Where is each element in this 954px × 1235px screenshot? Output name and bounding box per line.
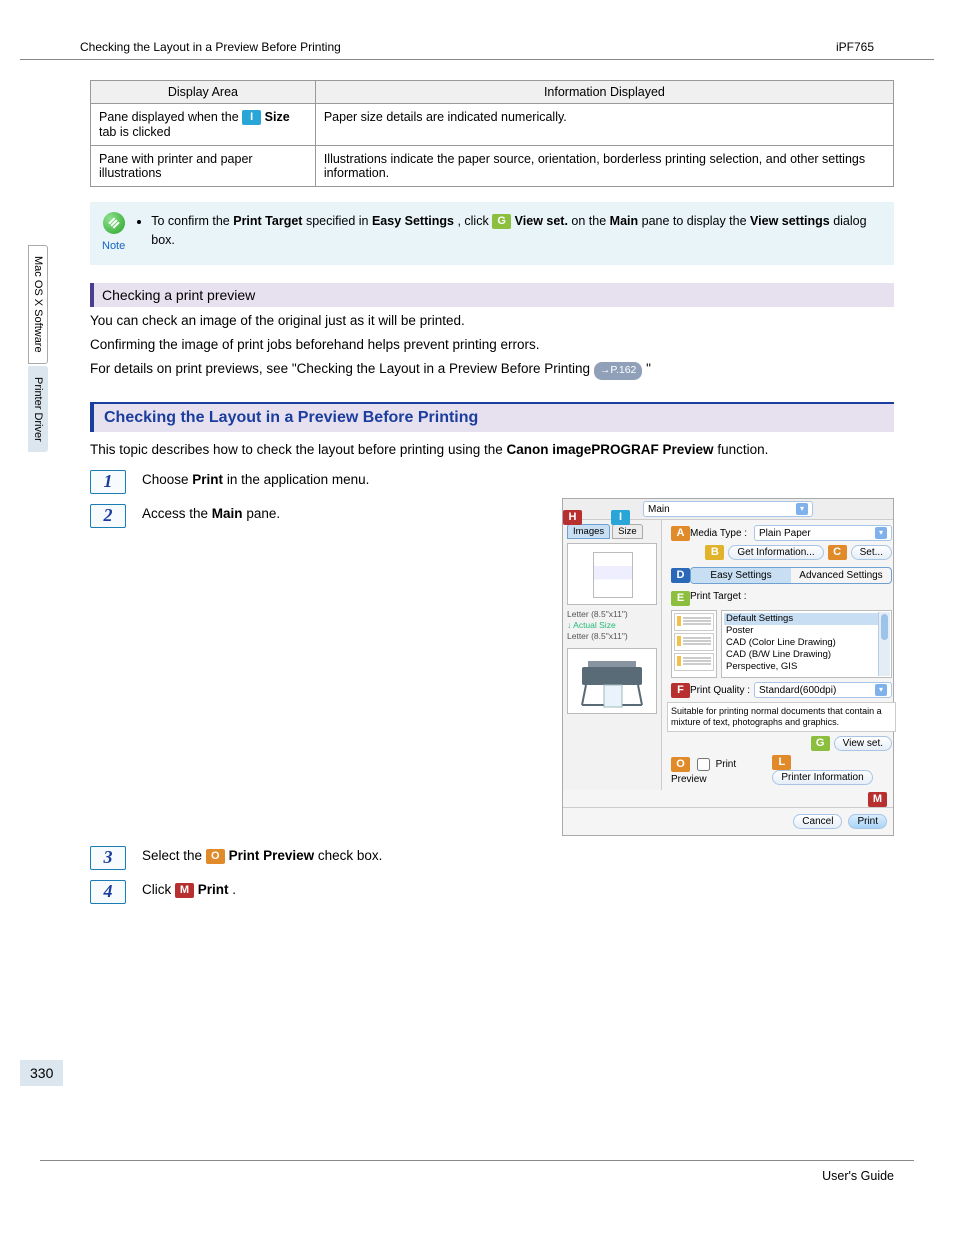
callout-F: F bbox=[671, 683, 690, 698]
settings-segmented[interactable]: Easy Settings Advanced Settings bbox=[690, 567, 892, 584]
callout-H: H bbox=[563, 510, 582, 525]
side-tab-software[interactable]: Mac OS X Software bbox=[28, 245, 48, 364]
print-dialog-screenshot: Main ▾ H I Images Size Let bbox=[562, 498, 894, 836]
callout-O2: O bbox=[206, 849, 225, 864]
print-preview-checkbox[interactable] bbox=[697, 758, 710, 771]
section-check-preview: Checking a print preview bbox=[90, 283, 894, 307]
side-tabs: Mac OS X Software Printer Driver bbox=[28, 245, 50, 454]
callout-E: E bbox=[671, 591, 690, 606]
scrollbar[interactable] bbox=[878, 612, 890, 676]
step-3: Select the O Print Preview check box. bbox=[142, 846, 894, 864]
callout-I2: I bbox=[611, 510, 630, 525]
quality-combo[interactable]: Standard(600dpi) ▾ bbox=[754, 682, 892, 698]
td-r2c2: Illustrations indicate the paper source,… bbox=[315, 146, 893, 187]
chevron-down-icon: ▾ bbox=[875, 684, 887, 696]
print-button[interactable]: Print bbox=[848, 814, 887, 829]
page-number: 330 bbox=[20, 1060, 63, 1086]
step-num-1: 1 bbox=[90, 470, 126, 494]
info-table: Display Area Information Displayed Pane … bbox=[90, 80, 894, 187]
target-thumbs bbox=[671, 610, 717, 678]
step-4: Click M Print . bbox=[142, 880, 894, 898]
note-label: Note bbox=[102, 240, 125, 252]
body-2: Confirming the image of print jobs befor… bbox=[90, 335, 894, 355]
step-num-4: 4 bbox=[90, 880, 126, 904]
get-info-button[interactable]: Get Information... bbox=[728, 545, 823, 560]
printer-illustration bbox=[567, 648, 657, 714]
note-box: Note To confirm the Print Target specifi… bbox=[90, 202, 894, 265]
td-r2c1: Pane with printer and paper illustration… bbox=[91, 146, 316, 187]
callout-M2: M bbox=[175, 883, 194, 898]
printer-info-button[interactable]: Printer Information bbox=[772, 770, 872, 785]
quality-desc: Suitable for printing normal documents t… bbox=[667, 702, 896, 732]
footer: User's Guide bbox=[40, 1160, 914, 1213]
callout-L: L bbox=[772, 755, 791, 770]
step-1: Choose Print in the application menu. bbox=[142, 470, 894, 487]
preview-pane bbox=[567, 543, 657, 605]
print-target-list[interactable]: Default Settings Poster CAD (Color Line … bbox=[721, 610, 892, 678]
cancel-button[interactable]: Cancel bbox=[793, 814, 842, 829]
callout-O: O bbox=[671, 757, 690, 772]
tab-size[interactable]: Size bbox=[612, 524, 642, 539]
step-2: Access the Main pane. Main ▾ H I bbox=[142, 504, 894, 836]
view-set-button[interactable]: View set. bbox=[834, 736, 892, 751]
note-text: To confirm the Print Target specified in… bbox=[135, 212, 882, 250]
chevron-down-icon: ▾ bbox=[796, 503, 808, 515]
side-tab-driver[interactable]: Printer Driver bbox=[28, 366, 48, 453]
body-3: For details on print previews, see "Chec… bbox=[90, 359, 894, 380]
dlg-header-combo[interactable]: Main ▾ bbox=[643, 501, 813, 517]
tab-images[interactable]: Images bbox=[567, 524, 610, 539]
intro: This topic describes how to check the la… bbox=[90, 440, 894, 460]
callout-G2: G bbox=[811, 736, 830, 751]
th-info-displayed: Information Displayed bbox=[315, 81, 893, 104]
callout-I: I bbox=[242, 110, 261, 125]
callout-B: B bbox=[705, 545, 724, 560]
media-type-combo[interactable]: Plain Paper ▾ bbox=[754, 525, 892, 541]
page-ref-p162[interactable]: →P.162 bbox=[594, 362, 643, 380]
callout-D: D bbox=[671, 568, 690, 583]
callout-M: M bbox=[868, 792, 887, 807]
note-icon bbox=[103, 212, 125, 234]
callout-A: A bbox=[671, 526, 690, 541]
td-r1c1: Pane displayed when the I Size tab is cl… bbox=[91, 104, 316, 146]
header-right: iPF765 bbox=[836, 40, 874, 54]
chevron-down-icon: ▾ bbox=[875, 527, 887, 539]
step-num-2: 2 bbox=[90, 504, 126, 528]
major-heading: Checking the Layout in a Preview Before … bbox=[90, 404, 894, 432]
callout-G: G bbox=[492, 214, 511, 229]
td-r1c2: Paper size details are indicated numeric… bbox=[315, 104, 893, 146]
set-button[interactable]: Set... bbox=[851, 545, 892, 560]
body-1: You can check an image of the original j… bbox=[90, 311, 894, 331]
th-display-area: Display Area bbox=[91, 81, 316, 104]
step-num-3: 3 bbox=[90, 846, 126, 870]
header-left: Checking the Layout in a Preview Before … bbox=[80, 40, 341, 54]
callout-C: C bbox=[828, 545, 847, 560]
